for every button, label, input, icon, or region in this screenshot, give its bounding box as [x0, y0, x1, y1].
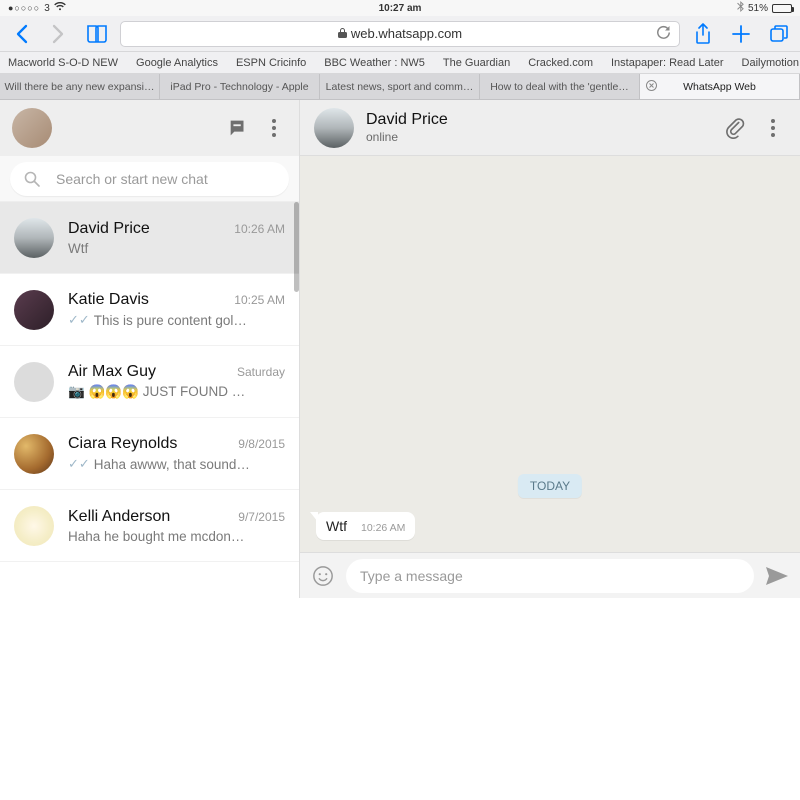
- battery-icon: [772, 4, 792, 13]
- message-time: 10:26 AM: [361, 522, 405, 534]
- chat-time: 9/8/2015: [238, 437, 285, 451]
- bookmark-item[interactable]: ESPN Cricinfo: [236, 57, 306, 69]
- lock-icon: [338, 27, 347, 41]
- bookmark-item[interactable]: Cracked.com: [528, 57, 593, 69]
- emoji-icon[interactable]: [310, 563, 336, 589]
- chat-preview: 📷 😱😱😱 JUST FOUND …: [68, 384, 245, 400]
- new-chat-icon[interactable]: [225, 115, 251, 141]
- read-ticks-icon: ✓✓: [68, 456, 90, 472]
- message-input[interactable]: Type a message: [346, 559, 754, 593]
- chat-name: Katie Davis: [68, 291, 149, 309]
- chat-avatar: [14, 362, 54, 402]
- battery-pct-label: 51%: [748, 3, 768, 14]
- search-icon: [24, 171, 40, 187]
- chat-time: 9/7/2015: [238, 510, 285, 524]
- tab-label: iPad Pro - Technology - Apple: [170, 81, 308, 93]
- conversation-name: David Price: [366, 111, 448, 129]
- chat-item[interactable]: Ciara Reynolds 9/8/2015 ✓✓ Haha awww, that…: [0, 418, 299, 490]
- chat-item[interactable]: David Price 10:26 AM Wtf: [0, 202, 299, 274]
- menu-icon[interactable]: [760, 115, 786, 141]
- chat-name: David Price: [68, 220, 150, 238]
- chat-preview: Haha awww, that sound…: [94, 457, 250, 472]
- browser-tab[interactable]: Will there be any new expansi…: [0, 74, 160, 99]
- message-text: Wtf: [326, 518, 347, 534]
- menu-icon[interactable]: [261, 115, 287, 141]
- bookmark-item[interactable]: The Guardian: [443, 57, 510, 69]
- search-row: Search or start new chat: [0, 156, 299, 202]
- chat-name: Ciara Reynolds: [68, 435, 177, 453]
- send-icon[interactable]: [764, 563, 790, 589]
- forward-button[interactable]: [44, 19, 74, 49]
- conversation-status: online: [366, 130, 448, 144]
- conversation-header: David Price online: [300, 100, 800, 156]
- composer: Type a message: [300, 552, 800, 598]
- chat-item[interactable]: Katie Davis 10:25 AM ✓✓ This is pure conte…: [0, 274, 299, 346]
- bookmarks-button[interactable]: [82, 19, 112, 49]
- back-button[interactable]: [6, 19, 36, 49]
- chat-item[interactable]: Kelli Anderson 9/7/2015 Haha he bought me…: [0, 490, 299, 562]
- search-placeholder: Search or start new chat: [56, 171, 208, 187]
- url-label: web.whatsapp.com: [351, 26, 462, 41]
- blank-area: [0, 598, 800, 800]
- browser-tab[interactable]: Latest news, sport and comm…: [320, 74, 480, 99]
- conversation-avatar[interactable]: [314, 108, 354, 148]
- attach-icon[interactable]: [722, 115, 748, 141]
- bookmark-item[interactable]: Instapaper: Read Later: [611, 57, 724, 69]
- bookmark-item[interactable]: BBC Weather : NW5: [324, 57, 425, 69]
- chat-avatar: [14, 506, 54, 546]
- chat-list-panel: Search or start new chat David Price 10:2…: [0, 100, 300, 598]
- browser-tab[interactable]: iPad Pro - Technology - Apple: [160, 74, 320, 99]
- share-button[interactable]: [688, 19, 718, 49]
- tab-strip: Will there be any new expansi… iPad Pro …: [0, 74, 800, 100]
- conversation-body[interactable]: TODAY Wtf 10:26 AM: [300, 156, 800, 552]
- close-tab-icon[interactable]: [646, 80, 657, 94]
- safari-toolbar: web.whatsapp.com: [0, 16, 800, 52]
- reload-icon[interactable]: [656, 25, 671, 43]
- chat-avatar: [14, 290, 54, 330]
- tab-label: WhatsApp Web: [683, 81, 756, 93]
- clock-label: 10:27 am: [379, 3, 422, 14]
- chat-item[interactable]: Air Max Guy Saturday 📷 😱😱😱 JUST FOUND …: [0, 346, 299, 418]
- tab-label: Latest news, sport and comm…: [326, 81, 474, 93]
- self-avatar[interactable]: [12, 108, 52, 148]
- conversation-panel: David Price online TODAY Wtf 10:26 AM: [300, 100, 800, 598]
- message-incoming[interactable]: Wtf 10:26 AM: [316, 512, 415, 540]
- bookmark-item[interactable]: Dailymotion: [742, 57, 799, 69]
- message-placeholder: Type a message: [360, 568, 463, 584]
- bluetooth-icon: [737, 1, 744, 15]
- browser-tab[interactable]: How to deal with the 'gentle…: [480, 74, 640, 99]
- chat-list-header: [0, 100, 299, 156]
- signal-dots-icon: ●○○○○: [8, 3, 40, 13]
- chat-name: Air Max Guy: [68, 363, 156, 381]
- scrollbar-thumb[interactable]: [294, 202, 299, 292]
- chat-preview: This is pure content gol…: [94, 313, 247, 328]
- chat-time: 10:26 AM: [234, 222, 285, 236]
- new-tab-button[interactable]: [726, 19, 756, 49]
- ios-status-bar: ●○○○○ 3 10:27 am 51%: [0, 0, 800, 16]
- tab-label: How to deal with the 'gentle…: [490, 81, 629, 93]
- chat-time: Saturday: [237, 365, 285, 379]
- browser-tab[interactable]: WhatsApp Web: [640, 74, 800, 99]
- chat-preview: Wtf: [68, 241, 88, 256]
- bookmark-item[interactable]: Google Analytics: [136, 57, 218, 69]
- chat-time: 10:25 AM: [234, 293, 285, 307]
- bookmark-item[interactable]: Macworld S-O-D NEW: [8, 57, 118, 69]
- read-ticks-icon: ✓✓: [68, 312, 90, 328]
- chat-name: Kelli Anderson: [68, 508, 170, 526]
- address-bar[interactable]: web.whatsapp.com: [120, 21, 680, 47]
- whatsapp-web-app: Search or start new chat David Price 10:2…: [0, 100, 800, 598]
- chat-avatar: [14, 218, 54, 258]
- chat-avatar: [14, 434, 54, 474]
- date-divider: TODAY: [518, 474, 582, 498]
- carrier-label: 3: [44, 3, 50, 14]
- wifi-icon: [54, 2, 66, 14]
- tabs-button[interactable]: [764, 19, 794, 49]
- chat-list[interactable]: David Price 10:26 AM Wtf Katie Davis 10:25…: [0, 202, 299, 598]
- tab-label: Will there be any new expansi…: [5, 81, 155, 93]
- chat-preview: Haha he bought me mcdon…: [68, 529, 244, 544]
- search-input[interactable]: Search or start new chat: [10, 162, 289, 196]
- bookmarks-bar: Macworld S-O-D NEW Google Analytics ESPN…: [0, 52, 800, 74]
